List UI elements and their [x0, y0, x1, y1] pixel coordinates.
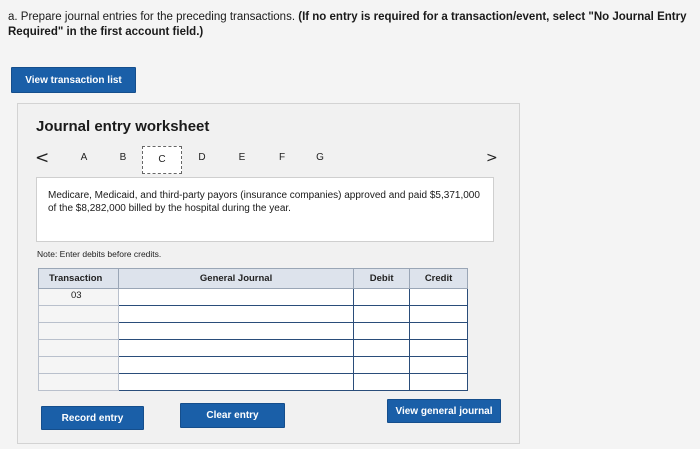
credit-input[interactable] — [409, 305, 468, 323]
transaction-cell — [38, 356, 119, 374]
header-general-journal: General Journal — [117, 268, 355, 289]
tab-d[interactable]: D — [194, 152, 210, 163]
account-input[interactable] — [117, 339, 355, 357]
table-row — [38, 305, 468, 323]
account-input[interactable] — [117, 305, 355, 323]
credit-input[interactable] — [409, 373, 468, 391]
debit-credit-note: Note: Enter debits before credits. — [37, 249, 162, 259]
transaction-cell — [38, 373, 119, 391]
header-credit: Credit — [409, 268, 468, 289]
debit-input[interactable] — [353, 373, 411, 391]
transaction-cell — [38, 322, 119, 340]
journal-entry-worksheet: Journal entry worksheet < A B C D E F G … — [17, 103, 520, 444]
worksheet-tabs: < A B C D E F G > — [18, 146, 521, 174]
tab-a[interactable]: A — [76, 152, 92, 163]
credit-input[interactable] — [409, 288, 468, 306]
transaction-cell: 03 — [38, 288, 119, 306]
tab-b[interactable]: B — [115, 152, 131, 163]
prev-arrow-icon[interactable]: < — [35, 148, 49, 168]
transaction-cell — [38, 305, 119, 323]
header-transaction: Transaction — [38, 268, 119, 289]
debit-input[interactable] — [353, 305, 411, 323]
debit-input[interactable] — [353, 288, 411, 306]
transaction-cell — [38, 339, 119, 357]
clear-entry-button[interactable]: Clear entry — [180, 403, 285, 428]
table-row — [38, 339, 468, 357]
account-input[interactable] — [117, 373, 355, 391]
table-row — [38, 356, 468, 374]
header-debit: Debit — [353, 268, 411, 289]
debit-input[interactable] — [353, 339, 411, 357]
view-transaction-list-button[interactable]: View transaction list — [11, 67, 136, 93]
record-entry-button[interactable]: Record entry — [41, 406, 144, 430]
question-text: a. Prepare journal entries for the prece… — [8, 10, 698, 40]
journal-table: Transaction General Journal Debit Credit… — [38, 268, 468, 391]
account-input[interactable] — [117, 288, 355, 306]
table-row: 03 — [38, 288, 468, 306]
debit-input[interactable] — [353, 322, 411, 340]
transaction-description: Medicare, Medicaid, and third-party payo… — [36, 177, 494, 242]
tab-g[interactable]: G — [312, 152, 328, 163]
worksheet-title: Journal entry worksheet — [36, 118, 210, 135]
credit-input[interactable] — [409, 322, 468, 340]
tab-e[interactable]: E — [234, 152, 250, 163]
credit-input[interactable] — [409, 356, 468, 374]
next-arrow-icon[interactable]: > — [486, 150, 498, 166]
table-row — [38, 322, 468, 340]
tab-c[interactable]: C — [142, 146, 182, 174]
question-prefix: a. Prepare journal entries for the prece… — [8, 11, 296, 23]
debit-input[interactable] — [353, 356, 411, 374]
account-input[interactable] — [117, 356, 355, 374]
table-row — [38, 373, 468, 391]
account-input[interactable] — [117, 322, 355, 340]
tab-f[interactable]: F — [274, 152, 290, 163]
view-general-journal-button[interactable]: View general journal — [387, 399, 501, 423]
credit-input[interactable] — [409, 339, 468, 357]
